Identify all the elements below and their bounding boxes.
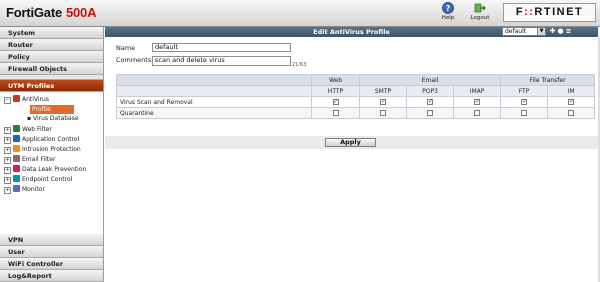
name-label: Name — [116, 44, 136, 52]
bottom-nav: VPN User WiFi Controller Log&Report — [0, 234, 103, 282]
nav-system[interactable]: System — [0, 27, 103, 39]
nav-firewall-objects[interactable]: Firewall Objects — [0, 63, 103, 75]
quarantine-pop3-checkbox[interactable] — [427, 110, 433, 116]
data-leak-prevention-icon — [13, 165, 20, 172]
group-web: Web — [311, 74, 360, 86]
fortinet-logo: F::RTINET — [503, 3, 596, 22]
top-banner: FortiGate 500A ? Help Logout F::RTINET — [0, 0, 600, 27]
nav-log-report[interactable]: Log&Report — [0, 270, 103, 282]
virus-scan-pop3-checkbox[interactable]: ✓ — [427, 99, 433, 105]
tree-item-web-filter[interactable]: + Web Filter — [4, 125, 52, 134]
tree-item-email-filter[interactable]: + Email Filter — [4, 155, 55, 164]
nav-vpn[interactable]: VPN — [0, 234, 103, 246]
logout-icon — [474, 3, 486, 13]
monitor-icon — [13, 185, 20, 192]
product-model: 500A — [65, 5, 97, 20]
group-header-row: Web Email File Transfer — [116, 74, 596, 86]
tree-item-data-leak-prevention[interactable]: + Data Leak Prevention — [4, 165, 86, 174]
sidebar: System Router Policy Firewall Objects UT… — [0, 27, 104, 282]
comments-label: Comments — [116, 56, 152, 64]
quarantine-im-checkbox[interactable] — [568, 110, 575, 116]
intrusion-protection-icon — [13, 145, 20, 152]
antivirus-options-table: Web Email File Transfer HTTP SMTP POP3 I… — [116, 74, 596, 119]
row-label: Virus Scan and Removal — [116, 96, 312, 108]
nav-user[interactable]: User — [0, 246, 103, 258]
tree-item-antivirus[interactable]: − AntiVirus — [4, 95, 49, 104]
tree-item-monitor[interactable]: + Monitor — [4, 185, 45, 194]
svg-text:?: ? — [446, 4, 451, 13]
virus-scan-smtp-checkbox[interactable]: ✓ — [380, 99, 386, 105]
expand-icon[interactable]: + — [4, 157, 11, 164]
product-name: FortiGate — [6, 5, 62, 20]
expand-icon[interactable]: + — [4, 167, 11, 174]
edit-profile-titlebar: Edit AntiVirus Profile default ▼ ✚ ● ≡ — [105, 27, 598, 37]
page-title: Edit AntiVirus Profile — [313, 28, 390, 36]
tree-item-application-control[interactable]: + Application Control — [4, 135, 79, 144]
col-im: IM — [547, 85, 596, 97]
virus-scan-ftp-checkbox[interactable]: ✓ — [521, 99, 527, 105]
col-http: HTTP — [311, 85, 360, 97]
col-imap: IMAP — [452, 85, 502, 97]
name-input[interactable]: default — [152, 43, 291, 52]
col-ftp: FTP — [500, 85, 549, 97]
logout-button[interactable]: Logout — [469, 2, 491, 25]
tree-item-virus-database[interactable]: ▪ Virus Database — [27, 114, 79, 123]
virus-scan-im-checkbox[interactable]: ✓ — [568, 99, 574, 105]
expand-icon[interactable]: + — [4, 127, 11, 134]
tree-item-endpoint-control[interactable]: + Endpoint Control — [4, 175, 72, 184]
product-title: FortiGate 500A — [6, 5, 96, 20]
group-file-transfer: File Transfer — [500, 74, 596, 86]
quarantine-imap-checkbox[interactable] — [474, 110, 481, 116]
table-row-virus-scan: Virus Scan and Removal ✓ ✓ ✓ ✓ ✓ ✓ — [116, 96, 596, 108]
nav-wifi-controller[interactable]: WiFi Controller — [0, 258, 103, 270]
virus-scan-http-checkbox[interactable]: ✓ — [332, 99, 339, 105]
expand-icon[interactable]: + — [4, 187, 11, 194]
protocol-header-row: HTTP SMTP POP3 IMAP FTP IM — [116, 85, 596, 97]
help-icon: ? — [442, 2, 454, 14]
quarantine-ftp-checkbox[interactable] — [521, 110, 528, 116]
expand-icon[interactable]: + — [4, 137, 11, 144]
email-filter-icon — [13, 155, 20, 162]
tree-item-intrusion-protection[interactable]: + Intrusion Protection — [4, 145, 81, 154]
apply-button[interactable]: Apply — [325, 138, 376, 147]
logout-label: Logout — [470, 15, 490, 21]
expand-icon[interactable]: + — [4, 177, 11, 184]
quarantine-http-checkbox[interactable] — [332, 110, 339, 116]
table-row-quarantine: Quarantine — [116, 107, 596, 119]
collapse-icon[interactable]: − — [4, 97, 11, 104]
expand-icon[interactable]: + — [4, 147, 11, 154]
help-label: Help — [441, 15, 455, 21]
endpoint-control-icon — [13, 175, 20, 182]
application-control-icon — [13, 135, 20, 142]
col-smtp: SMTP — [359, 85, 407, 97]
row-label: Quarantine — [116, 107, 312, 119]
help-button[interactable]: ? Help — [437, 2, 459, 25]
profile-select[interactable]: default ▼ — [502, 27, 546, 36]
chevron-down-icon: ▼ — [537, 28, 545, 35]
nav-router[interactable]: Router — [0, 39, 103, 51]
quarantine-smtp-checkbox[interactable] — [380, 110, 386, 116]
nav-policy[interactable]: Policy — [0, 51, 103, 63]
list-icon[interactable]: ≡ — [565, 28, 572, 35]
virus-scan-imap-checkbox[interactable]: ✓ — [474, 99, 480, 105]
antivirus-icon — [13, 95, 20, 102]
col-pop3: POP3 — [406, 85, 454, 97]
delete-icon[interactable]: ● — [557, 28, 564, 35]
add-icon[interactable]: ✚ — [549, 28, 556, 35]
main-content: Edit AntiVirus Profile default ▼ ✚ ● ≡ N… — [105, 27, 600, 282]
nav-utm-profiles[interactable]: UTM Profiles — [0, 80, 103, 92]
group-email: Email — [358, 74, 502, 86]
tree-item-profile[interactable]: Profile — [30, 105, 74, 114]
comments-textarea[interactable]: scan and delete virus — [152, 56, 291, 66]
comment-char-counter: 21/63 — [292, 62, 307, 68]
web-filter-icon — [13, 125, 20, 132]
utm-tree: − AntiVirus Profile ▪ Virus Database + Web… — [0, 92, 103, 235]
